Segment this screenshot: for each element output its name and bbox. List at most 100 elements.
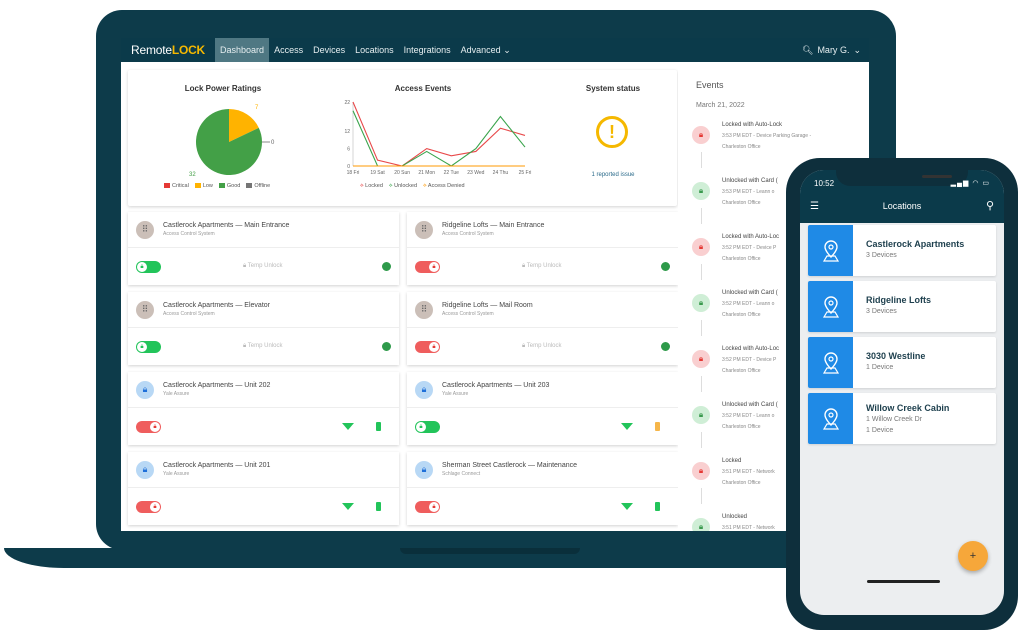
nav-integrations[interactable]: Integrations [399,38,456,62]
wifi-signal-icon [342,423,354,430]
timeline-connector [701,264,702,280]
location-item[interactable]: Willow Creek Cabin 1 Willow Creek Dr 1 Dev… [808,393,996,444]
battery-icon [655,502,660,511]
x-tick-label: 20 Sun [394,170,410,176]
battery-icon [376,502,381,511]
temp-unlock-label: Temp Unlock [526,343,562,349]
lock-toggle[interactable]: 🔒︎ [415,420,440,433]
user-menu[interactable]: 🔍︎ Mary G. ⌄ [802,45,869,56]
card-header: 🔒︎ Sherman Street Castlerock — Maintenanc… [407,452,678,488]
location-item[interactable]: Ridgeline Lofts 3 Devices [808,281,996,332]
location-name: Ridgeline Lofts [866,295,931,305]
nav-dashboard[interactable]: Dashboard [215,38,270,62]
temp-unlock-button[interactable]: 🔒︎ Temp Unlock [522,343,561,350]
search-icon[interactable]: 🔍︎ [802,45,813,56]
device-card[interactable]: ⠿ Castlerock Apartments — Elevator Access … [128,292,399,365]
device-type: Yale Assure [163,391,190,397]
nav-devices[interactable]: Devices [308,38,350,62]
location-item[interactable]: 3030 Westline 1 Device [808,337,996,388]
x-tick-label: 19 Sat [370,170,385,176]
card-controls: 🔒︎ [407,408,678,445]
temp-unlock-button[interactable]: 🔒︎ Temp Unlock [243,343,282,350]
cloud-connected-icon [382,262,391,271]
location-item[interactable]: Castlerock Apartments 3 Devices [808,225,996,276]
locked-padlock-icon: 🔒︎ [692,238,710,256]
lock-toggle[interactable]: 🔒︎ [136,260,161,273]
temp-unlock-button[interactable]: 🔒︎ Temp Unlock [522,263,561,270]
device-name: Sherman Street Castlerock — Maintenance [442,462,578,469]
x-tick-label: 21 Mon [418,170,435,176]
device-name: Castlerock Apartments — Main Entrance [163,222,290,229]
cloud-connected-icon [661,342,670,351]
nav-locations[interactable]: Locations [350,38,399,62]
lock-toggle[interactable]: 🔒︎ [415,500,440,513]
lock-toggle[interactable]: 🔒︎ [415,260,440,273]
lock-toggle[interactable]: 🔒︎ [415,340,440,353]
device-card[interactable]: 🔒︎ Castlerock Apartments — Unit 201 Yale A… [128,452,399,525]
temp-unlock-label: Temp Unlock [526,263,562,269]
device-card[interactable]: ⠿ Ridgeline Lofts — Main Entrance Access C… [407,212,678,285]
legend-unlocked: ⟡ Unlocked [388,183,418,189]
device-card[interactable]: 🔒︎ Castlerock Apartments — Unit 202 Yale A… [128,372,399,445]
cloud-connected-icon [661,262,670,271]
nav-advanced-label: Advanced [460,45,501,55]
home-indicator [867,580,940,583]
locked-padlock-icon: 🔒︎ [429,341,439,352]
lock-icon: 🔒︎ [415,380,433,399]
location-detail: 1 Willow Creek Dr [866,416,923,423]
phone-header: 10:52 ▂▄▆ ◠ ▭ ☰ Locations ⚲ [800,170,1004,223]
logo[interactable]: RemoteLOCK [121,43,215,57]
card-header: 🔒︎ Castlerock Apartments — Unit 201 Yale A… [128,452,399,488]
battery-icon [655,422,660,431]
reported-issue-link[interactable]: 1 reported issue [568,172,658,178]
nav-access[interactable]: Access [269,38,308,62]
legend-access-denied: ⟡ Access Denied [423,183,465,189]
device-card[interactable]: ⠿ Castlerock Apartments — Main Entrance Ac… [128,212,399,285]
card-controls: 🔒︎ 🔒︎ Temp Unlock [128,248,399,285]
add-location-button[interactable]: + [958,541,988,571]
event-detail: 3:51 PM EDT - Network [722,469,775,475]
event-detail: 3:52 PM EDT - Leann o [722,301,775,307]
event-detail: 3:52 PM EDT - Leann o [722,413,775,419]
device-type: Yale Assure [163,471,190,477]
event-office: Charleston Office [722,424,761,430]
temp-unlock-button[interactable]: 🔒︎ Temp Unlock [243,263,282,270]
unlocked-padlock-icon: 🔒︎ [692,294,710,312]
lock-toggle[interactable]: 🔒︎ [136,500,161,513]
wifi-signal-icon [621,423,633,430]
card-controls: 🔒︎ [128,408,399,445]
access-events-title: Access Events [394,84,452,93]
chevron-down-icon: ⌄ [853,44,861,55]
lock-icon: 🔒︎ [415,460,433,479]
lock-toggle[interactable]: 🔒︎ [136,420,161,433]
device-card[interactable]: 🔒︎ Castlerock Apartments — Unit 203 Yale A… [407,372,678,445]
unlocked-padlock-icon: 🔒︎ [416,421,426,432]
access-events-legend: ⟡ Locked ⟡ Unlocked ⟡ Access Denied [360,183,465,190]
search-icon[interactable]: ⚲ [986,199,994,212]
wifi-signal-icon [342,503,354,510]
battery-icon [376,422,381,431]
event-detail: 3:52 PM EDT - Device P [722,245,777,251]
device-card[interactable]: ⠿ Ridgeline Lofts — Mail Room Access Contr… [407,292,678,365]
padlock-icon: 🔒︎ [522,263,526,269]
padlock-icon: 🔒︎ [243,263,247,269]
speaker [922,175,952,178]
event-office: Charleston Office [722,144,761,150]
device-card[interactable]: 🔒︎ Sherman Street Castlerock — Maintenanc… [407,452,678,525]
legend-low: Low [194,183,213,189]
nav-advanced[interactable]: Advanced ⌄ [456,38,516,62]
series-unlocked [352,110,526,167]
map-pin-icon [808,393,853,444]
location-detail: 3 Devices [866,252,897,259]
timeline-connector [701,320,702,336]
card-controls: 🔒︎ [407,488,678,525]
device-type: Schlage Connect [442,471,481,477]
pie-label-low: 7 [255,105,259,111]
x-tick-label: 22 Tue [444,170,460,176]
map-pin-icon [808,337,853,388]
access-events-chart: 06122218 Fri 19 Sat 20 Sun 21 Mon 22 Tue 23 W… [344,100,531,176]
timeline-connector [701,488,702,504]
lock-toggle[interactable]: 🔒︎ [136,340,161,353]
event-title: Locked with Auto-Loc [722,234,780,240]
phone-notch [836,170,968,186]
